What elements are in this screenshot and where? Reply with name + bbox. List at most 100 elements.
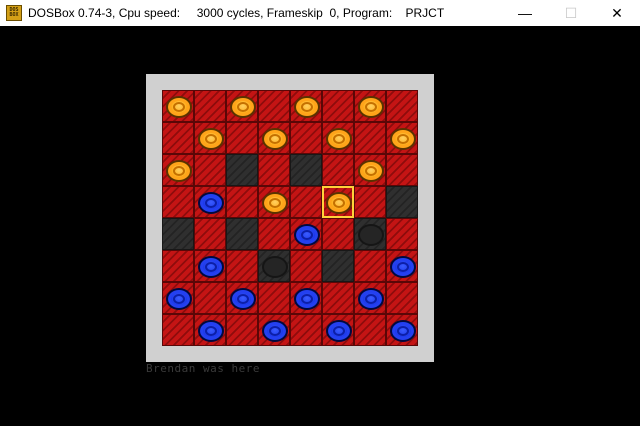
orange-piece[interactable] xyxy=(358,96,384,118)
board-square-r7c7[interactable] xyxy=(354,282,386,314)
board-square-r3c5[interactable] xyxy=(290,154,322,186)
board-square-r3c2[interactable] xyxy=(194,154,226,186)
minimize-button[interactable]: — xyxy=(502,0,548,26)
blue-piece[interactable] xyxy=(198,192,224,214)
board-square-r7c1[interactable] xyxy=(162,282,194,314)
board-square-r8c6[interactable] xyxy=(322,314,354,346)
board-square-r4c6[interactable] xyxy=(322,186,354,218)
orange-piece[interactable] xyxy=(294,96,320,118)
board-square-r2c1[interactable] xyxy=(162,122,194,154)
maximize-button[interactable]: ☐ xyxy=(548,0,594,26)
board-square-r7c3[interactable] xyxy=(226,282,258,314)
board-square-r2c6[interactable] xyxy=(322,122,354,154)
board-square-r2c2[interactable] xyxy=(194,122,226,154)
board-square-r2c3[interactable] xyxy=(226,122,258,154)
board-square-r4c2[interactable] xyxy=(194,186,226,218)
icon-label-bottom: BOX xyxy=(9,12,19,18)
board-square-r3c1[interactable] xyxy=(162,154,194,186)
board-square-r3c3[interactable] xyxy=(226,154,258,186)
board-square-r4c4[interactable] xyxy=(258,186,290,218)
board-square-r6c2[interactable] xyxy=(194,250,226,282)
board-square-r7c5[interactable] xyxy=(290,282,322,314)
board-square-r8c1[interactable] xyxy=(162,314,194,346)
board-square-r6c7[interactable] xyxy=(354,250,386,282)
orange-piece[interactable] xyxy=(166,96,192,118)
orange-piece[interactable] xyxy=(198,128,224,150)
board-square-r7c2[interactable] xyxy=(194,282,226,314)
board-square-r3c7[interactable] xyxy=(354,154,386,186)
board-square-r1c7[interactable] xyxy=(354,90,386,122)
window-controls: — ☐ ✕ xyxy=(502,0,640,26)
dos-screen[interactable]: Brendan was here xyxy=(0,26,640,426)
board-square-r5c8[interactable] xyxy=(386,218,418,250)
board-square-r2c7[interactable] xyxy=(354,122,386,154)
board-square-r7c8[interactable] xyxy=(386,282,418,314)
board-square-r6c4[interactable] xyxy=(258,250,290,282)
board-square-r8c5[interactable] xyxy=(290,314,322,346)
title-bar: DOS BOX DOSBox 0.74-3, Cpu speed: 3000 c… xyxy=(0,0,640,26)
board-square-r6c8[interactable] xyxy=(386,250,418,282)
board-square-r1c6[interactable] xyxy=(322,90,354,122)
board-square-r8c3[interactable] xyxy=(226,314,258,346)
blue-piece[interactable] xyxy=(326,320,352,342)
board-square-r3c4[interactable] xyxy=(258,154,290,186)
board-square-r8c7[interactable] xyxy=(354,314,386,346)
board-square-r1c5[interactable] xyxy=(290,90,322,122)
board-square-r6c3[interactable] xyxy=(226,250,258,282)
orange-piece[interactable] xyxy=(166,160,192,182)
orange-piece[interactable] xyxy=(390,128,416,150)
blue-piece[interactable] xyxy=(294,224,320,246)
orange-piece[interactable] xyxy=(326,128,352,150)
board-square-r8c2[interactable] xyxy=(194,314,226,346)
board-square-r5c2[interactable] xyxy=(194,218,226,250)
blue-piece[interactable] xyxy=(262,320,288,342)
blue-piece[interactable] xyxy=(294,288,320,310)
board-square-r2c5[interactable] xyxy=(290,122,322,154)
board-square-r5c4[interactable] xyxy=(258,218,290,250)
close-button[interactable]: ✕ xyxy=(594,0,640,26)
dosbox-app-icon[interactable]: DOS BOX xyxy=(6,5,22,21)
blue-piece[interactable] xyxy=(198,320,224,342)
board-square-r1c4[interactable] xyxy=(258,90,290,122)
board-square-r5c1[interactable] xyxy=(162,218,194,250)
checkers-board[interactable] xyxy=(162,90,418,346)
blue-piece[interactable] xyxy=(166,288,192,310)
board-square-r6c5[interactable] xyxy=(290,250,322,282)
board-square-r4c1[interactable] xyxy=(162,186,194,218)
orange-piece[interactable] xyxy=(358,160,384,182)
blue-piece[interactable] xyxy=(358,288,384,310)
close-icon: ✕ xyxy=(611,4,623,21)
board-square-r1c2[interactable] xyxy=(194,90,226,122)
board-square-r5c7[interactable] xyxy=(354,218,386,250)
board-square-r1c3[interactable] xyxy=(226,90,258,122)
caption-text: Brendan was here xyxy=(146,362,260,375)
board-square-r8c4[interactable] xyxy=(258,314,290,346)
orange-piece[interactable] xyxy=(326,192,352,214)
board-square-r6c6[interactable] xyxy=(322,250,354,282)
orange-piece[interactable] xyxy=(262,192,288,214)
board-square-r1c8[interactable] xyxy=(386,90,418,122)
board-square-r4c3[interactable] xyxy=(226,186,258,218)
board-square-r4c8[interactable] xyxy=(386,186,418,218)
board-square-r5c6[interactable] xyxy=(322,218,354,250)
board-square-r5c5[interactable] xyxy=(290,218,322,250)
board-square-r2c4[interactable] xyxy=(258,122,290,154)
board-square-r8c8[interactable] xyxy=(386,314,418,346)
board-square-r7c4[interactable] xyxy=(258,282,290,314)
minimize-icon: — xyxy=(518,5,532,21)
board-square-r5c3[interactable] xyxy=(226,218,258,250)
blue-piece[interactable] xyxy=(390,256,416,278)
board-square-r7c6[interactable] xyxy=(322,282,354,314)
board-square-r4c7[interactable] xyxy=(354,186,386,218)
orange-piece[interactable] xyxy=(262,128,288,150)
blue-piece[interactable] xyxy=(230,288,256,310)
blue-piece[interactable] xyxy=(390,320,416,342)
board-square-r3c6[interactable] xyxy=(322,154,354,186)
board-square-r2c8[interactable] xyxy=(386,122,418,154)
blue-piece[interactable] xyxy=(198,256,224,278)
orange-piece[interactable] xyxy=(230,96,256,118)
board-square-r6c1[interactable] xyxy=(162,250,194,282)
board-square-r3c8[interactable] xyxy=(386,154,418,186)
board-square-r1c1[interactable] xyxy=(162,90,194,122)
board-square-r4c5[interactable] xyxy=(290,186,322,218)
